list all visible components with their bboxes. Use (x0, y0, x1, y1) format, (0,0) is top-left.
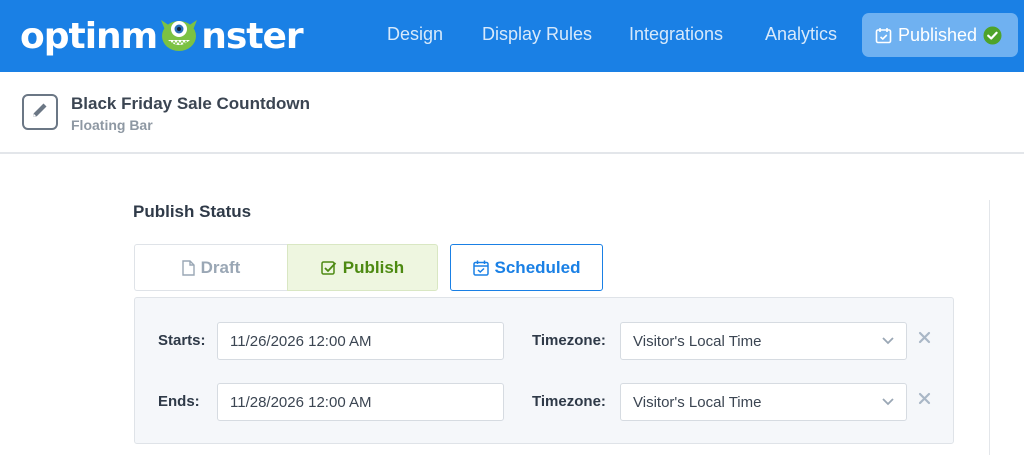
pencil-icon (30, 100, 50, 125)
top-nav-bar: optinm nster Design Display Rules Integr… (0, 0, 1024, 72)
status-option-draft-label: Draft (200, 257, 241, 277)
content-divider (989, 200, 990, 455)
nav-integrations[interactable]: Integrations (629, 24, 723, 45)
start-timezone-label: Timezone: (532, 332, 606, 349)
end-timezone-value: Visitor's Local Time (633, 393, 762, 411)
calendar-icon (472, 260, 489, 276)
optinmonster-logo[interactable]: optinm nster (20, 10, 304, 62)
close-icon (918, 331, 931, 349)
nav-design[interactable]: Design (387, 24, 443, 45)
edit-campaign-button[interactable] (22, 94, 58, 130)
logo-wordmark: optinm nster (20, 14, 304, 58)
status-option-scheduled[interactable]: Scheduled (450, 244, 603, 291)
checkbox-icon (321, 260, 337, 276)
end-timezone-label: Timezone: (532, 393, 606, 410)
start-timezone-value: Visitor's Local Time (633, 332, 762, 350)
starts-label: Starts: (158, 332, 206, 349)
status-option-publish[interactable]: Publish (287, 244, 438, 291)
chevron-down-icon (882, 398, 894, 406)
campaign-header: Black Friday Sale Countdown Floating Bar (0, 72, 1024, 154)
chevron-down-icon (882, 337, 894, 345)
nav-display-rules[interactable]: Display Rules (482, 24, 592, 45)
start-date-input[interactable]: 11/26/2026 12:00 AM (217, 322, 504, 360)
end-date-input[interactable]: 11/28/2026 12:00 AM (217, 383, 504, 421)
nav-analytics[interactable]: Analytics (765, 24, 837, 45)
campaign-type: Floating Bar (71, 117, 153, 133)
calendar-check-icon (875, 27, 892, 44)
clear-end-button[interactable] (916, 392, 932, 410)
publish-status-heading: Publish Status (133, 202, 252, 221)
published-label: Published (898, 24, 978, 45)
status-option-draft[interactable]: Draft (134, 244, 287, 291)
start-timezone-select[interactable]: Visitor's Local Time (620, 322, 907, 360)
schedule-panel: Starts: 11/26/2026 12:00 AM Timezone: Vi… (134, 297, 954, 444)
end-timezone-select[interactable]: Visitor's Local Time (620, 383, 907, 421)
clear-start-button[interactable] (916, 331, 932, 349)
logo-text-left: optinm (20, 15, 158, 57)
check-circle-icon (983, 26, 1002, 45)
file-icon (181, 259, 195, 276)
status-option-scheduled-label: Scheduled (494, 257, 581, 277)
monster-mascot-icon (155, 8, 203, 52)
logo-text-right: nster (201, 15, 303, 57)
status-option-publish-label: Publish (342, 257, 405, 277)
close-icon (918, 392, 931, 410)
published-status-button[interactable]: Published (862, 13, 1018, 57)
campaign-title: Black Friday Sale Countdown (71, 94, 310, 113)
ends-label: Ends: (158, 393, 200, 410)
